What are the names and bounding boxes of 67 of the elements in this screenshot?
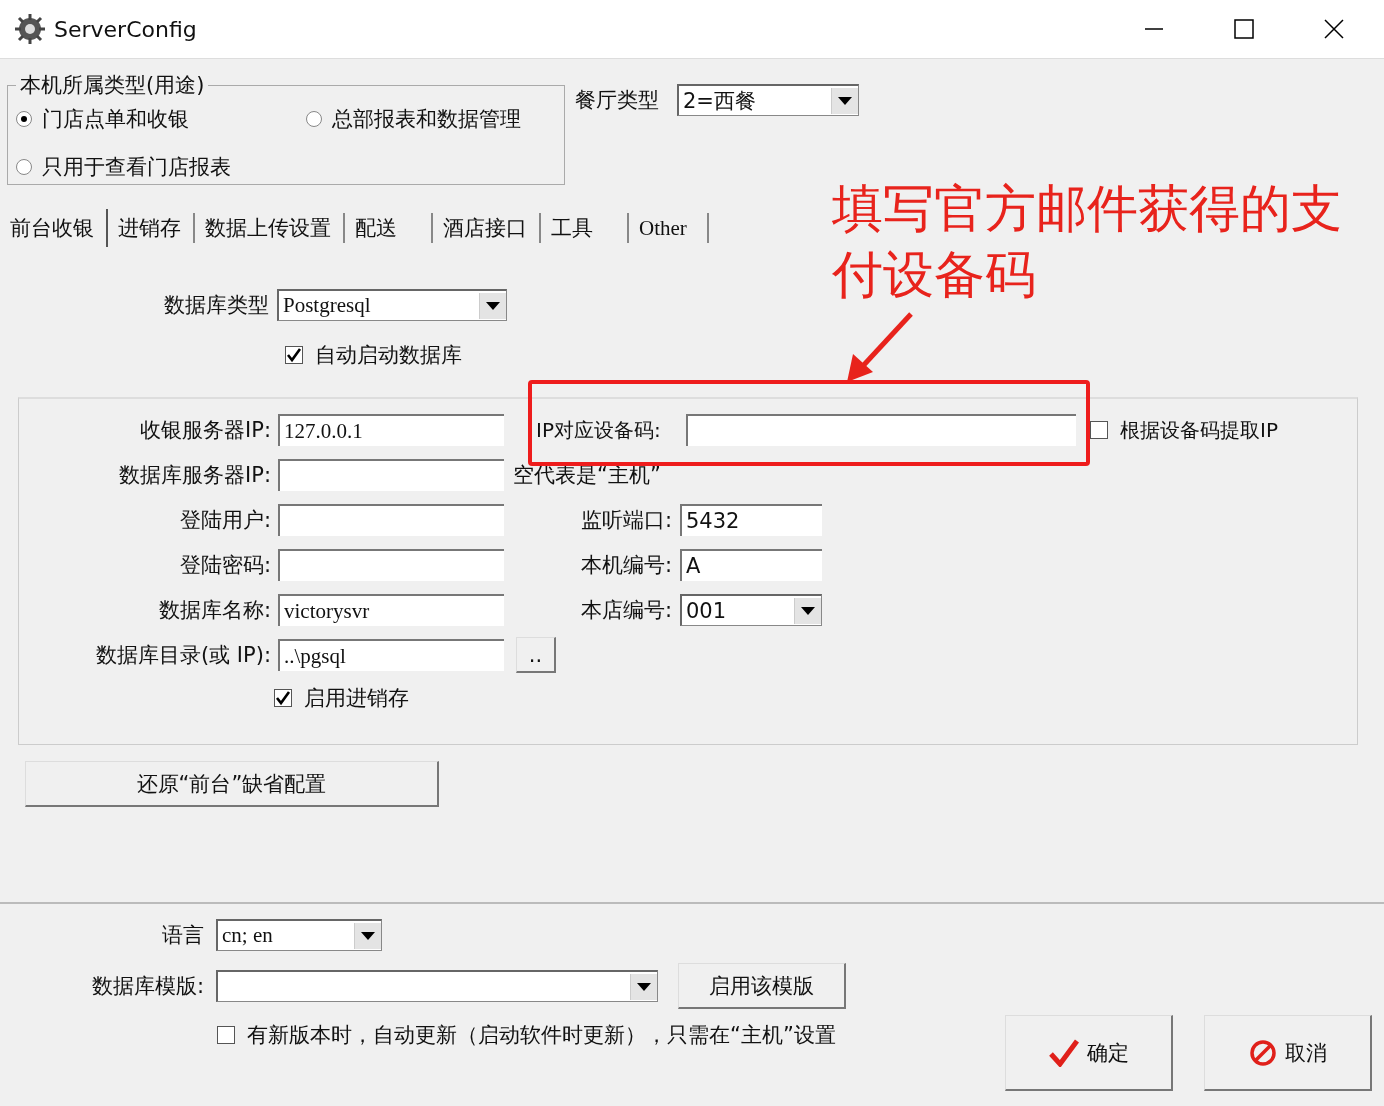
radio-label: 门店点单和收银 (42, 106, 189, 133)
checkbox[interactable] (285, 346, 303, 364)
input-field[interactable]: A (680, 549, 822, 581)
close-icon[interactable] (1324, 19, 1344, 39)
apply-template-button[interactable]: 启用该模版 (678, 963, 846, 1009)
dropdown[interactable]: 001 (680, 594, 822, 626)
maximize-icon[interactable] (1234, 19, 1254, 39)
browse-button[interactable]: .. (516, 637, 556, 673)
field-label: 数据库目录(或 IP): (95, 642, 271, 669)
field-label: 数据库类型 (164, 292, 269, 319)
field-label: 登陆密码: (178, 552, 271, 579)
checkbox[interactable] (274, 689, 292, 707)
input-field[interactable]: 127.0.0.1 (278, 414, 504, 446)
input-field[interactable]: ..\pgsql (278, 639, 504, 671)
cancel-button[interactable]: 取消 (1204, 1015, 1372, 1091)
tab[interactable]: 酒店接口 (433, 213, 541, 243)
input-field[interactable]: 5432 (680, 504, 822, 536)
restore-button[interactable]: 还原“前台”缺省配置 (25, 761, 439, 807)
tab[interactable]: Other (629, 213, 709, 243)
field-label: 数据库模版: (90, 973, 204, 1000)
field-label: 餐厅类型 (575, 87, 659, 114)
radio-button[interactable] (16, 159, 32, 175)
dropdown-icon (361, 931, 375, 940)
tab[interactable]: 进销存 (108, 213, 195, 243)
radio-button[interactable] (16, 111, 32, 127)
dropdown[interactable]: Postgresql (277, 289, 507, 321)
gear-icon (14, 13, 46, 45)
input-field[interactable]: victorysvr (278, 594, 504, 626)
annotation-text: 填写官方邮件获得的支付设备码 (832, 178, 1343, 306)
field-label: 本机编号: (579, 552, 672, 579)
checkbox[interactable] (217, 1026, 235, 1044)
dropdown[interactable] (216, 970, 658, 1002)
dropdown-icon (486, 301, 500, 310)
checkbox-label: 自动启动数据库 (315, 342, 462, 369)
field-label: 登陆用户: (178, 507, 271, 534)
group-title: 本机所属类型(用途) (19, 72, 206, 99)
input-field[interactable] (686, 414, 1076, 446)
tab[interactable]: 工具 (541, 213, 629, 243)
field-label: 语言 (161, 922, 204, 949)
radio-label: 只用于查看门店报表 (42, 154, 231, 181)
field-label: 本店编号: (579, 597, 672, 624)
input-field[interactable] (278, 459, 504, 491)
field-label: 数据库服务器IP: (118, 462, 271, 489)
dropdown-icon (637, 982, 651, 991)
dropdown-icon (801, 606, 815, 615)
dropdown[interactable]: 2=西餐 (677, 84, 859, 116)
input-field[interactable] (278, 549, 504, 581)
checkbox-label: 启用进销存 (304, 685, 409, 712)
tab[interactable]: 配送 (345, 213, 433, 243)
radio-button[interactable] (306, 111, 322, 127)
tab[interactable]: 数据上传设置 (195, 213, 345, 243)
field-label: 监听端口: (579, 507, 672, 534)
hint-text: 空代表是“主机” (513, 462, 661, 489)
checkbox-label: 根据设备码提取IP (1120, 416, 1278, 444)
checkbox-label: 有新版本时，自动更新（启动软件时更新），只需在“主机”设置 (247, 1022, 836, 1049)
window-title: ServerConfig (54, 16, 197, 42)
dropdown[interactable]: cn; en (216, 919, 382, 951)
radio-label: 总部报表和数据管理 (332, 106, 521, 133)
field-label: 数据库名称: (157, 597, 271, 624)
ok-button[interactable]: 确定 (1005, 1015, 1173, 1091)
check-icon (1048, 1038, 1079, 1067)
field-label: 收银服务器IP: (139, 417, 271, 444)
checkbox[interactable] (1090, 421, 1108, 439)
input-field[interactable] (278, 504, 504, 536)
dropdown-icon (838, 96, 852, 105)
prohibited-icon (1248, 1038, 1277, 1067)
field-label: IP对应设备码: (536, 416, 662, 444)
